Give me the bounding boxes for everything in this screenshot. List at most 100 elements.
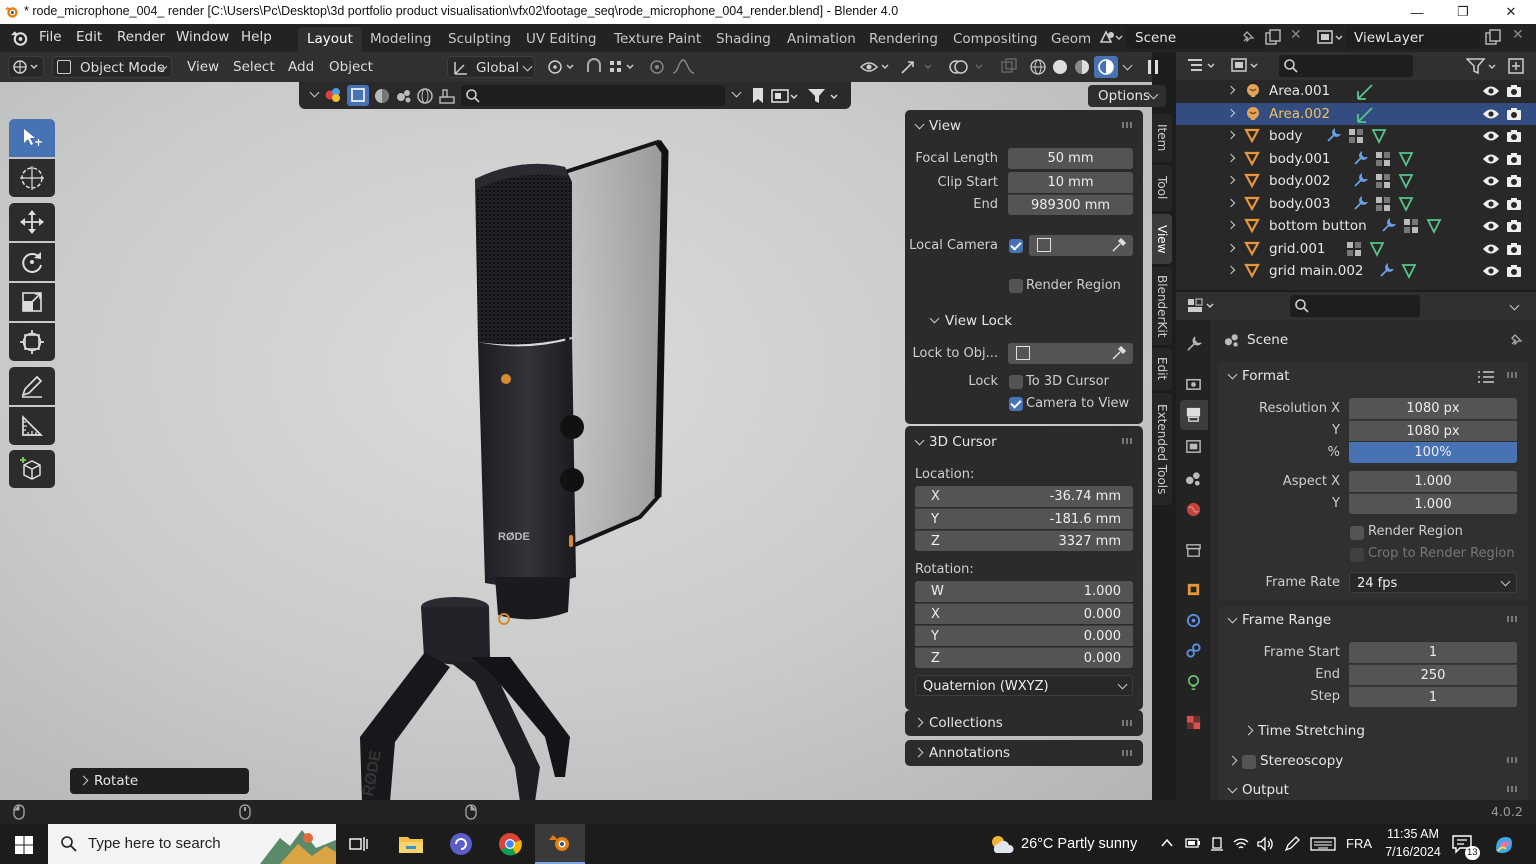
- tab-modeling[interactable]: Modeling: [361, 27, 440, 52]
- tab-item[interactable]: Item: [1152, 114, 1172, 162]
- transform-tool[interactable]: [9, 323, 55, 361]
- resolution-percentage-slider[interactable]: 100%: [1349, 442, 1517, 463]
- pause-render-icon[interactable]: [1142, 56, 1164, 78]
- outliner-row[interactable]: Area.001: [1176, 80, 1536, 102]
- render-camera-icon[interactable]: [1506, 219, 1522, 233]
- light-data-icon[interactable]: [1356, 83, 1374, 101]
- tab-blenderkit[interactable]: BlenderKit: [1152, 267, 1172, 345]
- object-properties-icon[interactable]: [1185, 581, 1202, 598]
- measure-tool[interactable]: [9, 407, 55, 445]
- world-properties-icon[interactable]: [1185, 501, 1202, 518]
- transform-orientation-dropdown[interactable]: Global: [447, 56, 535, 78]
- delete-viewlayer-icon[interactable]: ✕: [1512, 27, 1524, 43]
- chevron-down-icon[interactable]: [731, 87, 742, 98]
- drag-handle-icon[interactable]: [1122, 720, 1134, 726]
- chevron-down-icon[interactable]: [1227, 369, 1238, 380]
- expand-arrow-icon[interactable]: [1226, 85, 1236, 95]
- material-preview-icon[interactable]: [1072, 58, 1092, 76]
- tab-rendering[interactable]: Rendering: [860, 27, 947, 52]
- asset-hdr-icon[interactable]: [416, 87, 434, 105]
- view-layer-properties-icon[interactable]: [1185, 438, 1202, 455]
- tab-compositing[interactable]: Compositing: [944, 27, 1047, 52]
- windows-start-icon[interactable]: [14, 835, 34, 855]
- minimize-button[interactable]: —: [1394, 0, 1440, 24]
- app-icon[interactable]: [449, 832, 473, 856]
- outliner-row[interactable]: body.002: [1176, 170, 1536, 192]
- chrome-icon[interactable]: [498, 832, 522, 856]
- clock-date[interactable]: 7/16/2024: [1380, 845, 1446, 859]
- texture-properties-icon[interactable]: [1185, 714, 1202, 731]
- modifier-icon[interactable]: [1380, 218, 1396, 234]
- wireframe-shading-icon[interactable]: [1028, 58, 1048, 76]
- annotations-panel[interactable]: Annotations: [905, 740, 1143, 766]
- pivot-point-icon[interactable]: [543, 56, 579, 78]
- viewlayer-name-field[interactable]: ViewLayer: [1346, 27, 1480, 49]
- outliner-row[interactable]: body.003: [1176, 193, 1536, 215]
- menu-object[interactable]: Object: [329, 56, 373, 78]
- frame-step-field[interactable]: 1: [1349, 686, 1517, 707]
- modifier-icon[interactable]: [1378, 263, 1394, 279]
- cursor-rotation-x-field[interactable]: X 0.000: [915, 603, 1133, 624]
- cursor-location-x-field[interactable]: X -36.74 mm: [915, 486, 1133, 507]
- xray-toggle-icon[interactable]: [998, 56, 1020, 78]
- object-data-light-icon[interactable]: [1185, 674, 1202, 691]
- falloff-icon[interactable]: [670, 56, 700, 78]
- overlays-toggle-icon[interactable]: [946, 56, 990, 78]
- constraint-properties-icon[interactable]: [1185, 642, 1202, 659]
- menu-render[interactable]: Render: [117, 29, 165, 45]
- output-panel[interactable]: Output: [1242, 782, 1289, 798]
- tab-edit[interactable]: Edit: [1152, 348, 1172, 390]
- proportional-edit-icon[interactable]: [646, 56, 668, 78]
- material-icon[interactable]: [1346, 241, 1362, 257]
- outliner-row[interactable]: Area.002: [1176, 102, 1536, 125]
- drag-handle-icon[interactable]: [1122, 750, 1134, 756]
- render-camera-icon[interactable]: [1506, 129, 1522, 143]
- tab-geometry-nodes[interactable]: Geom: [1042, 27, 1093, 52]
- task-view-icon[interactable]: [349, 835, 369, 853]
- clip-start-field[interactable]: 10 mm: [1008, 172, 1133, 193]
- menu-select[interactable]: Select: [233, 56, 275, 78]
- mesh-data-icon[interactable]: [1398, 151, 1414, 167]
- restore-button[interactable]: ❐: [1440, 0, 1486, 24]
- menu-edit[interactable]: Edit: [76, 29, 102, 45]
- blenderkit-logo-icon[interactable]: [325, 87, 341, 103]
- snap-toggle-icon[interactable]: [583, 56, 605, 78]
- visibility-eye-icon[interactable]: [1482, 152, 1500, 166]
- lock-to-3d-cursor-checkbox[interactable]: [1009, 375, 1023, 389]
- visibility-eye-icon[interactable]: [1482, 242, 1500, 256]
- visibility-dropdown-icon[interactable]: [858, 56, 894, 78]
- add-cube-tool[interactable]: [9, 450, 55, 488]
- clock-time[interactable]: 11:35 AM: [1385, 827, 1441, 841]
- chevron-up-icon[interactable]: [1160, 836, 1174, 850]
- new-collection-icon[interactable]: [1506, 56, 1526, 76]
- tab-view[interactable]: View: [1152, 214, 1172, 264]
- expand-arrow-icon[interactable]: [1226, 265, 1236, 275]
- tab-shading[interactable]: Shading: [707, 27, 780, 52]
- render-camera-icon[interactable]: [1506, 107, 1522, 121]
- modifier-icon[interactable]: [1352, 150, 1368, 167]
- mesh-data-icon[interactable]: [1426, 218, 1442, 234]
- tab-animation[interactable]: Animation: [778, 27, 865, 52]
- expand-arrow-icon[interactable]: [1226, 243, 1236, 252]
- tool-properties-icon[interactable]: [1185, 336, 1202, 353]
- chevron-down-icon[interactable]: [914, 435, 925, 446]
- options-dropdown[interactable]: Options: [1088, 85, 1166, 107]
- solid-shading-icon[interactable]: [1050, 58, 1070, 76]
- chevron-right-icon[interactable]: [1227, 755, 1238, 766]
- mesh-data-icon[interactable]: [1401, 263, 1417, 279]
- chevron-down-icon[interactable]: [914, 119, 925, 130]
- visibility-eye-icon[interactable]: [1482, 107, 1500, 121]
- cursor-location-z-field[interactable]: Z 3327 mm: [915, 530, 1133, 551]
- blenderkit-search-input[interactable]: [461, 85, 725, 106]
- render-camera-icon[interactable]: [1506, 152, 1522, 166]
- filter-icon[interactable]: [1466, 57, 1500, 75]
- visibility-eye-icon[interactable]: [1482, 174, 1500, 188]
- render-camera-icon[interactable]: [1506, 242, 1522, 256]
- visibility-eye-icon[interactable]: [1482, 219, 1500, 233]
- stereoscopy-panel[interactable]: Stereoscopy: [1260, 753, 1343, 769]
- menu-file[interactable]: File: [39, 29, 62, 45]
- outliner-row[interactable]: body: [1176, 125, 1536, 147]
- blender-menu-icon[interactable]: [10, 29, 29, 47]
- visibility-eye-icon[interactable]: [1482, 264, 1500, 278]
- modifier-icon[interactable]: [1325, 128, 1341, 144]
